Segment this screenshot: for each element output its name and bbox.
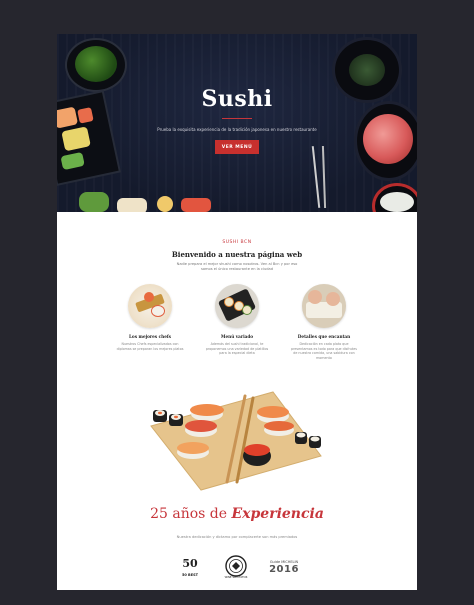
experience-subtitle: Nuestra dedicación y dictamo por complac… <box>176 535 298 539</box>
sushi-board-image <box>145 386 325 496</box>
michelin-logo: Guide MICHELIN 2016 <box>267 554 301 580</box>
chefs-image <box>128 284 172 328</box>
seaweed-bowl <box>67 40 125 90</box>
sushi-rolls-bottom <box>79 192 219 212</box>
hero-divider <box>222 118 252 119</box>
wine-spectator-logo: WINE SPECTATOR <box>221 554 251 580</box>
feature-desc-menu: Además del sushi tradicional, te propone… <box>205 342 269 356</box>
feature-title-menu: Menú variado <box>220 334 254 339</box>
fifty-best-logo: 50 50 BEST <box>175 554 205 580</box>
feature-title-details: Detalles que encantan <box>297 334 351 339</box>
hero-section: Sushi Prueba la exquisita experiencia de… <box>57 34 417 212</box>
feature-menu: Menú variado Además del sushi tradiciona… <box>202 284 272 356</box>
feature-desc-chefs: Nuestros Chefs especializados con diplom… <box>116 342 184 351</box>
welcome-kicker: SUSHI BCN <box>222 240 252 245</box>
welcome-text: Nadie prepara el mejor shushi como nosot… <box>176 262 298 271</box>
menu-image <box>215 284 259 328</box>
welcome-title: Bienvenido a nuestra página web <box>171 250 303 259</box>
feature-desc-details: Dedicación en cada plato que presentamos… <box>291 342 357 360</box>
details-image <box>302 284 346 328</box>
feature-details: Detalles que encantan Dedicación en cada… <box>289 284 359 360</box>
feature-chefs: Los mejores chefs Nuestros Chefs especia… <box>115 284 185 351</box>
view-menu-button[interactable]: VER MENÚ <box>215 140 259 154</box>
fifty-best-text: 50 BEST <box>181 573 199 577</box>
experience-heading: 25 años de Experiencia <box>57 506 417 522</box>
feature-title-chefs: Los mejores chefs <box>128 334 172 339</box>
svg-text:50: 50 <box>182 557 198 570</box>
hero-subtitle: Prueba la exquisita experiencia de la tr… <box>157 127 317 132</box>
page-container: Sushi Prueba la exquisita experiencia de… <box>57 34 417 590</box>
tuna-bowl <box>357 104 417 178</box>
wine-spectator-text: WINE SPECTATOR <box>224 576 248 579</box>
michelin-year: 2016 <box>269 563 299 575</box>
hero-title: Sushi <box>201 86 273 112</box>
experience-word: Experiencia <box>231 506 324 522</box>
experience-years: 25 años de <box>150 506 228 522</box>
